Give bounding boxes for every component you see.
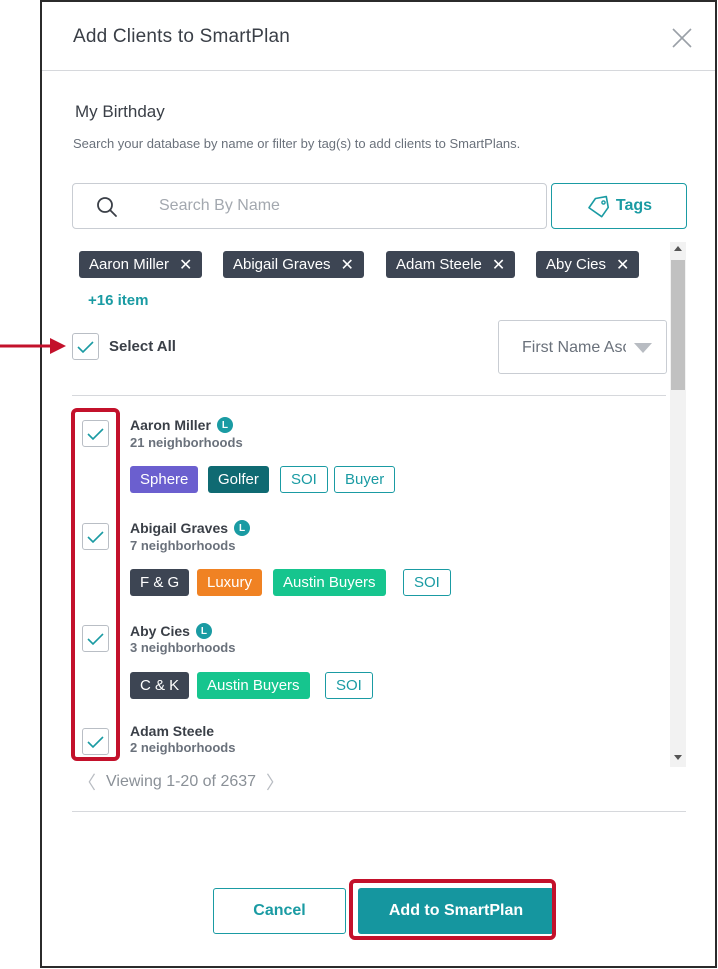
chip-label: Aby Cies	[546, 256, 607, 273]
more-items-link[interactable]: +16 item	[88, 292, 148, 309]
modal-title: Add Clients to SmartPlan	[73, 26, 291, 47]
client-name-text: Adam Steele	[130, 723, 215, 739]
add-clients-modal: Add Clients to SmartPlan My Birthday Sea…	[40, 0, 717, 968]
chip-label: Aaron Miller	[89, 256, 170, 273]
selected-chip: Aaron Miller ✕	[79, 251, 203, 278]
scrollbar-thumb[interactable]	[671, 260, 685, 390]
remove-chip-icon[interactable]: ✕	[341, 255, 354, 275]
section-title: My Birthday	[75, 102, 165, 121]
divider	[72, 811, 686, 812]
client-neighborhoods: 3 neighborhoods	[130, 640, 236, 655]
client-name: Aaron Miller L	[130, 417, 233, 433]
client-name-text: Aaron Miller	[130, 417, 211, 433]
listing-badge: L	[195, 623, 212, 639]
selected-chip: Adam Steele ✕	[386, 251, 516, 278]
check-icon	[87, 427, 104, 440]
section-description: Search your database by name or filter b…	[73, 136, 521, 151]
caret-down-icon	[634, 343, 652, 353]
client-name: Abigail Graves L	[130, 520, 251, 536]
scroll-up-icon[interactable]	[674, 246, 682, 251]
pagination: 〈 Viewing 1-20 of 2637 〉	[78, 769, 284, 795]
client-neighborhoods: 7 neighborhoods	[130, 538, 236, 553]
next-page-button[interactable]: 〉	[266, 769, 284, 795]
select-all-label: Select All	[109, 338, 176, 355]
search-icon	[97, 197, 117, 217]
close-icon	[672, 28, 692, 48]
listing-badge: L	[216, 417, 233, 433]
tag: Golfer	[208, 466, 269, 493]
check-icon	[87, 530, 104, 543]
client-checkbox[interactable]	[82, 523, 109, 550]
add-to-smartplan-button[interactable]: Add to SmartPlan	[358, 888, 554, 934]
remove-chip-icon[interactable]: ✕	[616, 255, 629, 275]
tag: SOI	[280, 466, 328, 493]
tag: Austin Buyers	[273, 569, 386, 596]
chip-label: Abigail Graves	[233, 256, 331, 273]
cancel-button[interactable]: Cancel	[213, 888, 346, 934]
client-name-text: Aby Cies	[130, 623, 190, 639]
prev-page-button[interactable]: 〈	[78, 769, 96, 795]
tag: SOI	[403, 569, 451, 596]
client-checkbox[interactable]	[82, 420, 109, 447]
client-name: Aby Cies L	[130, 623, 212, 639]
search-input[interactable]	[159, 194, 529, 218]
tag: Austin Buyers	[197, 672, 310, 699]
check-icon	[77, 340, 94, 353]
tag: C & K	[130, 672, 190, 699]
client-neighborhoods: 2 neighborhoods	[130, 740, 236, 755]
chip-label: Adam Steele	[396, 256, 482, 273]
client-checkbox[interactable]	[82, 728, 109, 755]
listing-badge: L	[234, 520, 251, 536]
tags-button[interactable]: Tags	[551, 183, 687, 229]
list-scrollbar[interactable]	[670, 242, 686, 767]
search-box[interactable]	[72, 183, 547, 229]
client-name: Adam Steele	[130, 723, 214, 739]
divider	[72, 395, 666, 396]
sort-dropdown[interactable]: First Name Ascending	[498, 320, 667, 374]
check-icon	[87, 735, 104, 748]
client-checkbox[interactable]	[82, 625, 109, 652]
select-all: Select All	[72, 333, 176, 360]
pagination-text: Viewing 1-20 of 2637	[106, 773, 257, 790]
tag: Buyer	[334, 466, 396, 493]
remove-chip-icon[interactable]: ✕	[492, 255, 505, 275]
tags-button-label: Tags	[615, 197, 653, 214]
select-all-checkbox[interactable]	[72, 333, 99, 360]
selected-chip: Abigail Graves ✕	[223, 251, 364, 278]
arrow-right-icon	[0, 338, 66, 354]
scroll-down-icon[interactable]	[674, 755, 682, 760]
tag-icon	[588, 195, 609, 218]
tag: SOI	[325, 672, 373, 699]
tag: Luxury	[197, 569, 263, 596]
sort-selected-value: First Name Ascending	[522, 339, 626, 356]
modal-header: Add Clients to SmartPlan	[42, 2, 715, 71]
remove-chip-icon[interactable]: ✕	[179, 255, 192, 275]
client-neighborhoods: 21 neighborhoods	[130, 435, 243, 450]
close-button[interactable]	[670, 26, 694, 50]
client-name-text: Abigail Graves	[130, 520, 229, 536]
tag: F & G	[130, 569, 190, 596]
selected-chip: Aby Cies ✕	[536, 251, 640, 278]
tag: Sphere	[130, 466, 199, 493]
check-icon	[87, 632, 104, 645]
